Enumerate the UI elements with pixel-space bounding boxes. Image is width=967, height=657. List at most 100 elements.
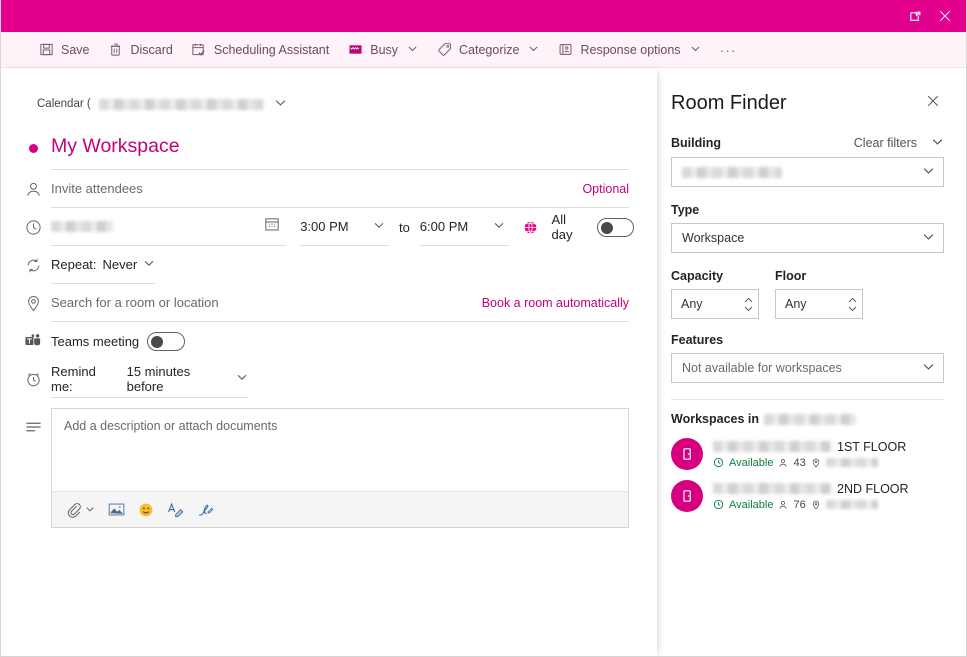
categorize-label: Categorize: [459, 42, 520, 57]
save-button[interactable]: Save: [29, 36, 99, 64]
discard-label: Discard: [130, 42, 173, 57]
chevron-down-icon: [407, 43, 418, 57]
person-icon: [15, 181, 51, 198]
repeat-value: Never: [102, 257, 138, 272]
reminder-value: 15 minutes before: [126, 363, 191, 394]
workspace-meta: Available 76: [713, 499, 909, 511]
list-item-info: 2ND FLOOR Available 76: [713, 482, 909, 511]
description-toolbar: [52, 491, 628, 527]
more-commands-button[interactable]: ···: [710, 36, 747, 64]
capacity-floor-row: Capacity Any Floor Any: [671, 269, 944, 319]
response-options-label: Response options: [580, 42, 681, 57]
reminder-label: Remind me:: [51, 363, 96, 394]
tag-icon: [436, 42, 452, 58]
all-day-toggle[interactable]: [597, 217, 634, 237]
room-finder-panel: Room Finder Building Clear filters Type …: [657, 68, 966, 656]
workspace-name: 2ND FLOOR: [713, 482, 909, 496]
timezone-icon[interactable]: [523, 220, 538, 235]
scheduling-assistant-icon: [191, 42, 207, 58]
end-time-select[interactable]: 6:00 PM: [419, 208, 509, 246]
chevron-down-icon: [274, 96, 287, 112]
trash-icon: [108, 42, 124, 58]
capacity-person-icon: [778, 458, 788, 468]
repeat-icon: [15, 257, 51, 274]
chevron-down-icon: [922, 230, 935, 246]
chevron-down-icon: [931, 135, 944, 151]
description-editor[interactable]: Add a description or attach documents: [51, 408, 629, 528]
stepper-arrows[interactable]: [847, 297, 858, 312]
event-color-dot-icon: [15, 143, 51, 153]
busy-button[interactable]: Busy: [338, 36, 427, 64]
chevron-down-icon: [922, 164, 935, 180]
list-item[interactable]: 2ND FLOOR Available 76: [671, 480, 944, 512]
book-room-automatically-link[interactable]: Book a room automatically: [482, 296, 629, 310]
repeat-select[interactable]: Repeat: Never: [51, 246, 155, 284]
workspace-location-redacted: [825, 458, 878, 467]
floor-stepper[interactable]: Any: [775, 289, 863, 319]
building-value-redacted: [682, 166, 782, 178]
calendar-label: Calendar (: [37, 98, 91, 110]
attendees-input[interactable]: Invite attendees: [51, 181, 143, 196]
capacity-person-icon: [778, 500, 788, 510]
busy-status-icon: [347, 42, 363, 58]
description-input[interactable]: Add a description or attach documents: [52, 409, 628, 491]
capacity-count: 76: [793, 498, 806, 511]
features-select[interactable]: Not available for workspaces: [671, 353, 944, 383]
response-options-button[interactable]: Response options: [548, 36, 709, 64]
window-title-bar: [1, 0, 966, 32]
window-body: Calendar ( My Workspace Invite attendees…: [1, 68, 966, 656]
event-compose-window: Save Discard Scheduling Assistant Busy C…: [0, 0, 967, 657]
calendar-selector[interactable]: Calendar (: [37, 96, 287, 112]
building-label-row: Building Clear filters: [671, 135, 944, 151]
location-input[interactable]: Search for a room or location: [51, 295, 219, 310]
type-label: Type: [671, 203, 700, 217]
command-bar: Save Discard Scheduling Assistant Busy C…: [1, 32, 966, 68]
type-select[interactable]: Workspace: [671, 223, 944, 253]
chevron-down-icon: [690, 43, 701, 57]
room-finder-title: Room Finder: [671, 92, 787, 114]
alarm-clock-icon: [15, 371, 51, 388]
start-time-value: 3:00 PM: [300, 219, 349, 234]
event-title-input[interactable]: My Workspace: [51, 135, 180, 160]
status-badge: Available: [729, 456, 774, 469]
all-day-label: All day: [551, 212, 573, 242]
emoji-icon[interactable]: [138, 502, 154, 518]
description-lines-icon: [15, 408, 51, 448]
scheduling-assistant-button[interactable]: Scheduling Assistant: [182, 36, 338, 64]
workspace-name-suffix: 1ST FLOOR: [837, 439, 907, 454]
start-date-input[interactable]: [51, 208, 287, 246]
features-value: Not available for workspaces: [682, 361, 842, 375]
repeat-label: Repeat:: [51, 257, 97, 272]
workspace-name: 1ST FLOOR: [713, 440, 906, 454]
attach-icon[interactable]: [66, 501, 95, 519]
building-select[interactable]: [671, 157, 944, 187]
stepper-arrows[interactable]: [743, 297, 754, 312]
event-title-row: My Workspace: [15, 126, 657, 170]
start-time-select[interactable]: 3:00 PM: [300, 208, 389, 246]
calendar-icon[interactable]: [264, 216, 280, 237]
floor-label: Floor: [775, 269, 807, 283]
reminder-select[interactable]: Remind me: 15 minutes before: [51, 360, 248, 398]
teams-meeting-toggle[interactable]: [147, 331, 186, 351]
workspaces-heading-value-redacted: [764, 413, 857, 425]
optional-attendees-link[interactable]: Optional: [582, 182, 629, 196]
discard-button[interactable]: Discard: [99, 36, 182, 64]
capacity-stepper[interactable]: Any: [671, 289, 759, 319]
close-icon[interactable]: [930, 3, 960, 29]
signature-icon[interactable]: [197, 502, 214, 518]
chevron-down-icon: [528, 43, 539, 57]
categorize-button[interactable]: Categorize: [427, 36, 548, 64]
features-label: Features: [671, 333, 724, 347]
close-icon[interactable]: [922, 90, 944, 117]
teams-meeting-row: Teams meeting: [15, 322, 657, 360]
image-icon[interactable]: [108, 502, 125, 517]
chevron-down-icon: [493, 218, 505, 236]
clear-filters-button[interactable]: Clear filters: [854, 135, 944, 151]
response-options-icon: [557, 42, 573, 58]
popout-icon[interactable]: [900, 3, 930, 29]
busy-label: Busy: [370, 42, 399, 57]
list-item[interactable]: 1ST FLOOR Available 43: [671, 438, 944, 470]
clock-icon: [15, 219, 51, 236]
format-text-icon[interactable]: [167, 502, 184, 518]
availability-clock-icon: [713, 499, 724, 510]
